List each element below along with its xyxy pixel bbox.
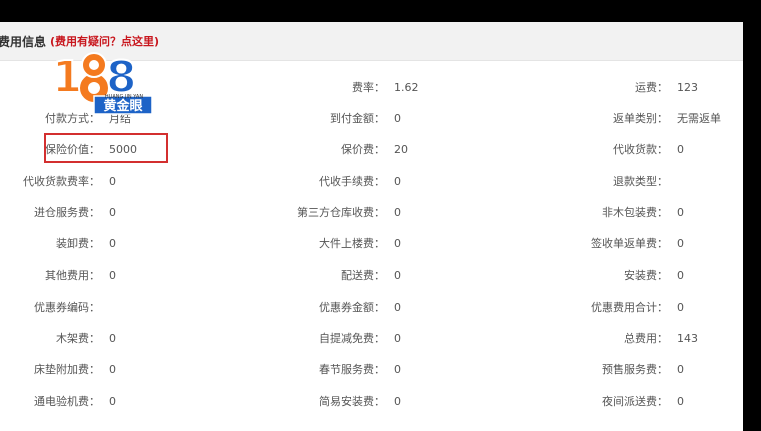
field-label: 优惠费用合计： — [591, 301, 668, 314]
svg-text:黄金眼: 黄金眼 — [103, 98, 143, 114]
field-value: 0 — [677, 206, 684, 219]
svg-text:HUANG JIN YAN: HUANG JIN YAN — [105, 94, 143, 100]
field-label: 非木包装费： — [602, 206, 668, 219]
field-value: 0 — [677, 143, 684, 156]
fee-info-panel: 费用信息 (费用有疑问？点这里) 计 费率： 1.62 运费： 123 付款方式… — [0, 22, 743, 431]
field-label: 夜间派送费： — [602, 395, 668, 408]
field-value: 0 — [677, 301, 684, 314]
field-value: 0 — [677, 363, 684, 376]
field-label: 预售服务费： — [602, 363, 668, 376]
section-title: 费用信息 — [0, 35, 47, 49]
field-label: 签收单返单费： — [591, 237, 668, 250]
field-value: 0 — [677, 269, 684, 282]
field-value: 无需返单 — [677, 112, 721, 125]
insured-value-highlight — [44, 133, 168, 163]
field-value: 0 — [677, 237, 684, 250]
field-label: 退款类型： — [613, 175, 668, 188]
field-value: 0 — [677, 395, 684, 408]
svg-text:1: 1 — [52, 52, 83, 103]
field-label: 安装费： — [624, 269, 668, 282]
field-value: 123 — [677, 81, 698, 94]
tv-channel-logo: 1 8 黄金眼 HUANG JIN YAN — [52, 40, 162, 132]
field-label: 总费用： — [624, 332, 668, 345]
field-value: 143 — [677, 332, 698, 345]
